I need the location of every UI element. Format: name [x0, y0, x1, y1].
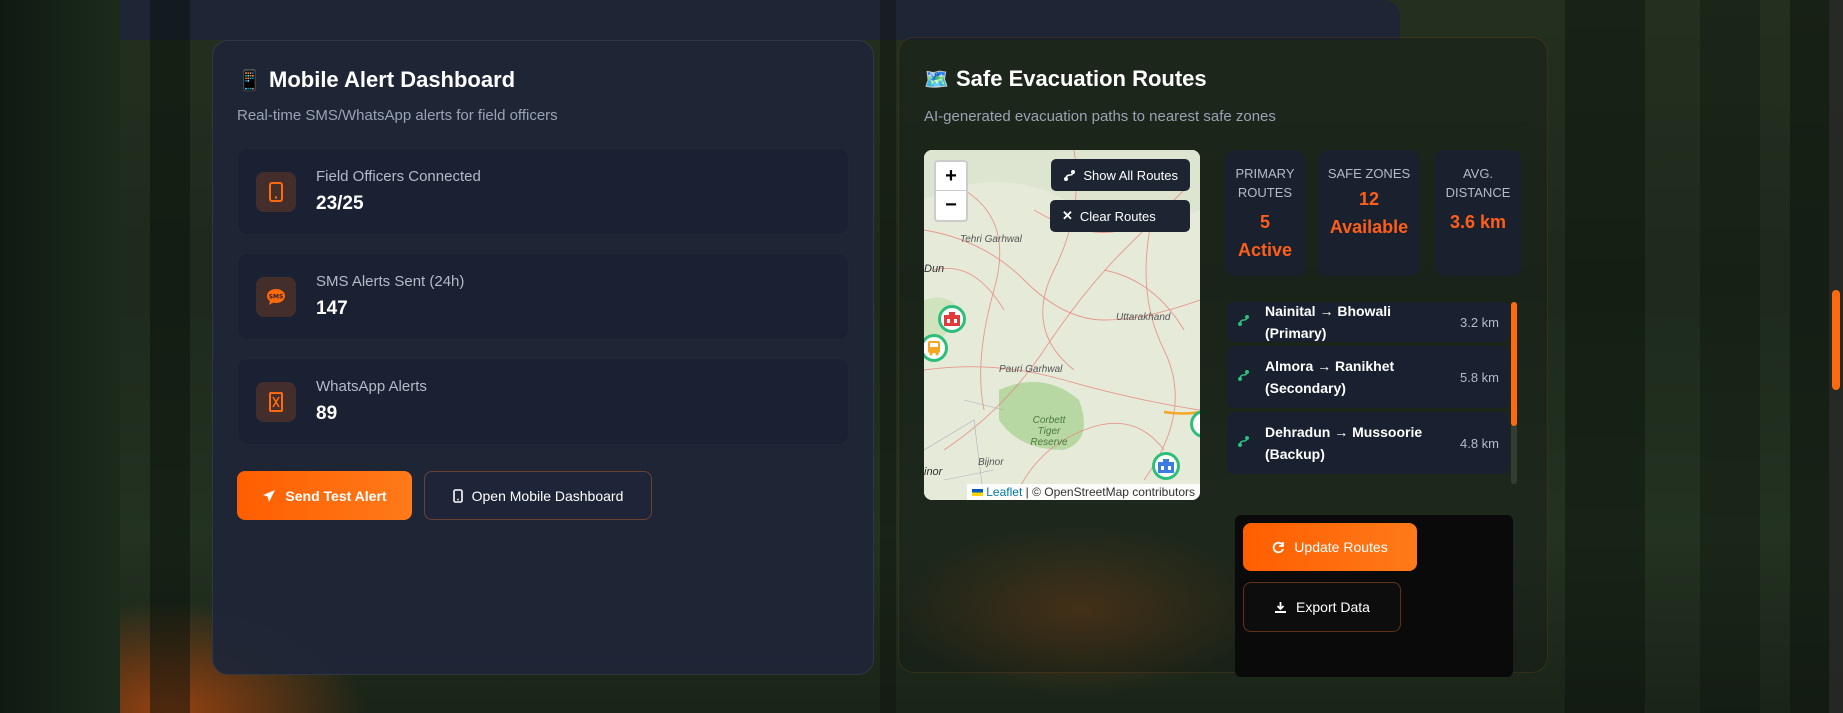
button-label: Show All Routes: [1083, 167, 1178, 183]
panel-subtitle: Real-time SMS/WhatsApp alerts for field …: [237, 107, 558, 124]
download-icon: [1275, 601, 1287, 613]
summary-value: 5 Active: [1225, 208, 1305, 264]
leaflet-link[interactable]: Leaflet: [986, 485, 1022, 499]
stat-card-field-officers: Field Officers Connected 23/25: [237, 148, 849, 235]
route-icon: [1237, 314, 1255, 330]
stat-label: SMS Alerts Sent (24h): [316, 273, 465, 290]
button-label: Clear Routes: [1079, 208, 1156, 224]
whatsapp-icon: [256, 381, 296, 422]
route-name: Nainital → Bhowali (Primary): [1265, 303, 1392, 341]
route-icon: [1064, 169, 1076, 181]
route-name: Dehradun → Mussoorie (Backup): [1265, 424, 1423, 462]
export-data-button[interactable]: Export Data: [1243, 582, 1401, 632]
panel-title-text: Mobile Alert Dashboard: [269, 67, 516, 92]
route-list[interactable]: Nainital → Bhowali (Primary) 3.2 km Almo…: [1227, 302, 1517, 484]
summary-safe-zones: SAFE ZONES 12 Available: [1318, 150, 1420, 276]
map-place-label: Bijnor: [978, 457, 1004, 468]
summary-label: SAFE ZONES: [1327, 166, 1411, 181]
page-scrollbar[interactable]: [1829, 0, 1843, 713]
zoom-control: + −: [934, 160, 968, 222]
map-place-label: Pauri Garhwal: [999, 364, 1063, 375]
route-icon: [1237, 435, 1255, 451]
summary-value-number: 3.6 km: [1449, 212, 1507, 232]
zoom-out-button[interactable]: −: [936, 191, 966, 220]
clear-routes-button[interactable]: ✕ Clear Routes: [1050, 200, 1190, 232]
route-item[interactable]: Dehradun → Mussoorie (Backup) 4.8 km: [1227, 412, 1509, 474]
mobile-icon: [452, 488, 463, 503]
summary-primary-routes: PRIMARY ROUTES 5 Active: [1225, 150, 1305, 276]
summary-value-number: 5: [1259, 212, 1270, 232]
hospital-icon: [1158, 459, 1174, 473]
mobile-alert-panel: 📱 Mobile Alert Dashboard Real-time SMS/W…: [212, 40, 874, 675]
panel-subtitle: AI-generated evacuation paths to nearest…: [924, 108, 1276, 125]
close-icon: ✕: [1062, 208, 1073, 223]
evacuation-panel: 🗺️ Safe Evacuation Routes AI-generated e…: [898, 37, 1548, 677]
evacuation-title: 🗺️ Safe Evacuation Routes: [924, 66, 1522, 92]
show-all-routes-button[interactable]: Show All Routes: [1051, 159, 1190, 191]
button-label: Export Data: [1296, 599, 1370, 615]
route-icon: [1237, 369, 1255, 385]
map-icon: 🗺️: [924, 68, 949, 91]
summary-value: 3.6 km: [1435, 208, 1521, 236]
evacuation-map[interactable]: Tehri Garhwal Uttarakhand Pauri Garhwal …: [924, 150, 1200, 500]
map-place-label: Dun: [924, 263, 945, 275]
mobile-alert-title: 📱 Mobile Alert Dashboard: [237, 67, 849, 93]
summary-label: AVG. DISTANCE: [1445, 166, 1511, 200]
route-name: Almora → Ranikhet (Secondary): [1265, 358, 1395, 396]
update-routes-button[interactable]: Update Routes: [1243, 523, 1417, 571]
summary-label: PRIMARY ROUTES: [1235, 166, 1295, 200]
stat-value: 23/25: [316, 193, 364, 214]
open-mobile-dashboard-button[interactable]: Open Mobile Dashboard: [424, 471, 652, 520]
stat-value: 89: [316, 403, 338, 424]
stat-value: 147: [316, 298, 348, 319]
map-place-label: inor: [924, 466, 943, 478]
mobile-phone-icon: 📱: [237, 69, 262, 92]
map-place-label: Uttarakhand: [1116, 312, 1171, 323]
fire-station-marker[interactable]: [938, 305, 966, 333]
route-list-scrollbar[interactable]: [1511, 302, 1517, 484]
summary-value: 12 Available: [1318, 185, 1420, 241]
sms-icon: SMS: [256, 276, 296, 317]
map-place-label: Tehri Garhwal: [960, 234, 1022, 245]
zoom-in-button[interactable]: +: [936, 162, 966, 191]
stat-card-sms: SMS SMS Alerts Sent (24h) 147: [237, 253, 849, 340]
route-actions: Update Routes Export Data: [1235, 515, 1513, 677]
route-distance: 3.2 km: [1459, 314, 1499, 330]
map-place-label: Corbett Tiger Reserve: [1030, 415, 1068, 448]
summary-value-word: Available: [1329, 217, 1409, 237]
route-item[interactable]: Nainital → Bhowali (Primary) 3.2 km: [1227, 302, 1509, 342]
hospital-marker[interactable]: [1152, 452, 1180, 480]
fire-station-icon: [944, 312, 960, 326]
send-test-alert-button[interactable]: Send Test Alert: [237, 471, 412, 520]
summary-value-word: Active: [1237, 240, 1293, 260]
stat-label: Field Officers Connected: [316, 168, 481, 185]
attribution-text: | © OpenStreetMap contributors: [1025, 485, 1195, 499]
bus-icon: [928, 341, 940, 356]
button-label: Send Test Alert: [285, 487, 387, 504]
route-item[interactable]: Almora → Ranikhet (Secondary) 5.8 km: [1227, 346, 1509, 408]
map-attribution: Leaflet | © OpenStreetMap contributors: [966, 484, 1200, 500]
svg-text:SMS: SMS: [269, 293, 284, 300]
route-distance: 4.8 km: [1459, 435, 1499, 451]
paper-plane-icon: [263, 489, 276, 502]
ukraine-flag-icon: [971, 489, 983, 497]
stat-card-whatsapp: WhatsApp Alerts 89: [237, 358, 849, 445]
button-label: Open Mobile Dashboard: [471, 487, 624, 504]
mobile-icon: [256, 171, 296, 212]
summary-avg-distance: AVG. DISTANCE 3.6 km: [1435, 150, 1521, 276]
summary-value-number: 12: [1358, 189, 1380, 209]
button-label: Update Routes: [1294, 539, 1388, 555]
route-distance: 5.8 km: [1459, 369, 1499, 385]
panel-title-text: Safe Evacuation Routes: [956, 66, 1207, 91]
refresh-icon: [1273, 541, 1285, 553]
stat-label: WhatsApp Alerts: [316, 378, 427, 395]
